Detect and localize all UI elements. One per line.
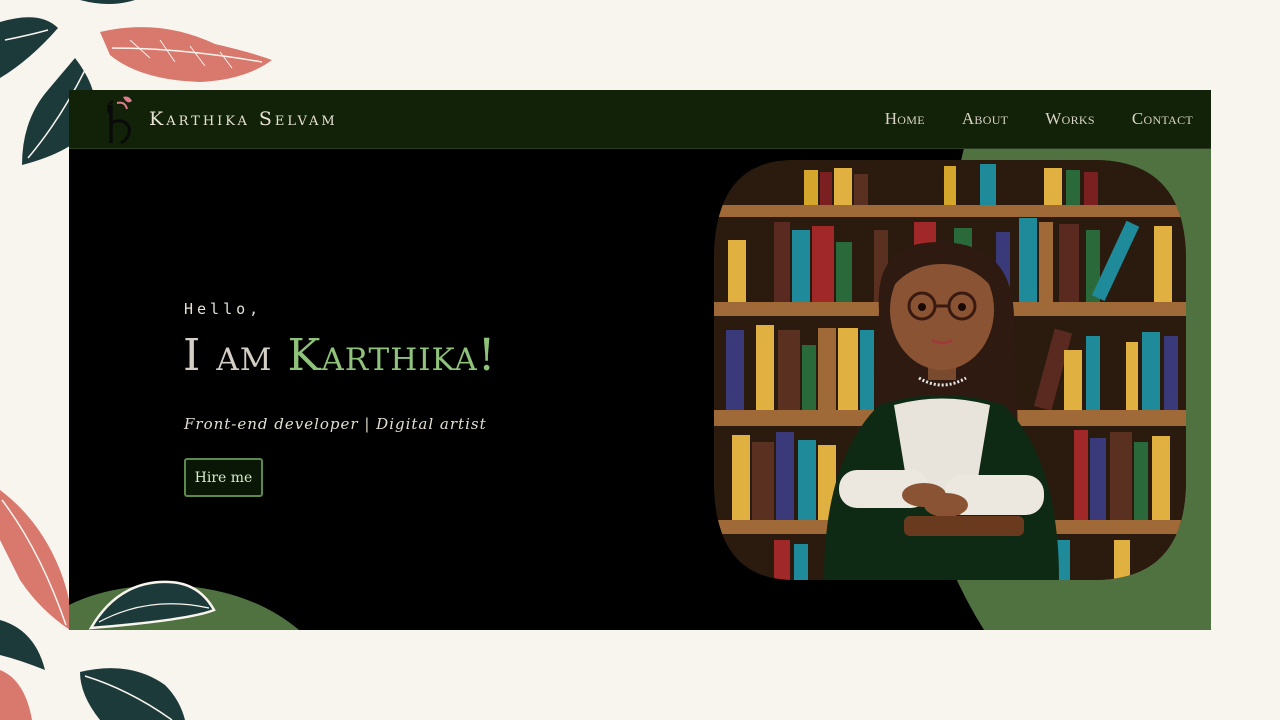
nav-links: Home About Works Contact bbox=[885, 109, 1193, 129]
navbar: Karthika Selvam Home About Works Contact bbox=[69, 90, 1211, 149]
greeting-text: Hello, bbox=[184, 300, 263, 318]
headline-intro: I am bbox=[183, 330, 288, 381]
brand-name: Karthika Selvam bbox=[149, 108, 338, 130]
nav-contact[interactable]: Contact bbox=[1132, 109, 1193, 129]
logo-icon bbox=[107, 96, 132, 145]
nav-home[interactable]: Home bbox=[885, 109, 925, 129]
nav-about[interactable]: About bbox=[962, 109, 1008, 129]
nav-works[interactable]: Works bbox=[1045, 109, 1095, 129]
headline-name: Karthika! bbox=[287, 330, 497, 381]
hire-me-button[interactable]: Hire me bbox=[184, 458, 263, 497]
website-frame: Karthika Selvam Home About Works Contact… bbox=[69, 90, 1211, 630]
hero-headline: I am Karthika! bbox=[183, 330, 496, 381]
brand[interactable]: Karthika Selvam bbox=[103, 93, 338, 145]
hero-tagline: Front-end developer | Digital artist bbox=[184, 415, 487, 433]
portrait-illustration bbox=[714, 160, 1186, 580]
